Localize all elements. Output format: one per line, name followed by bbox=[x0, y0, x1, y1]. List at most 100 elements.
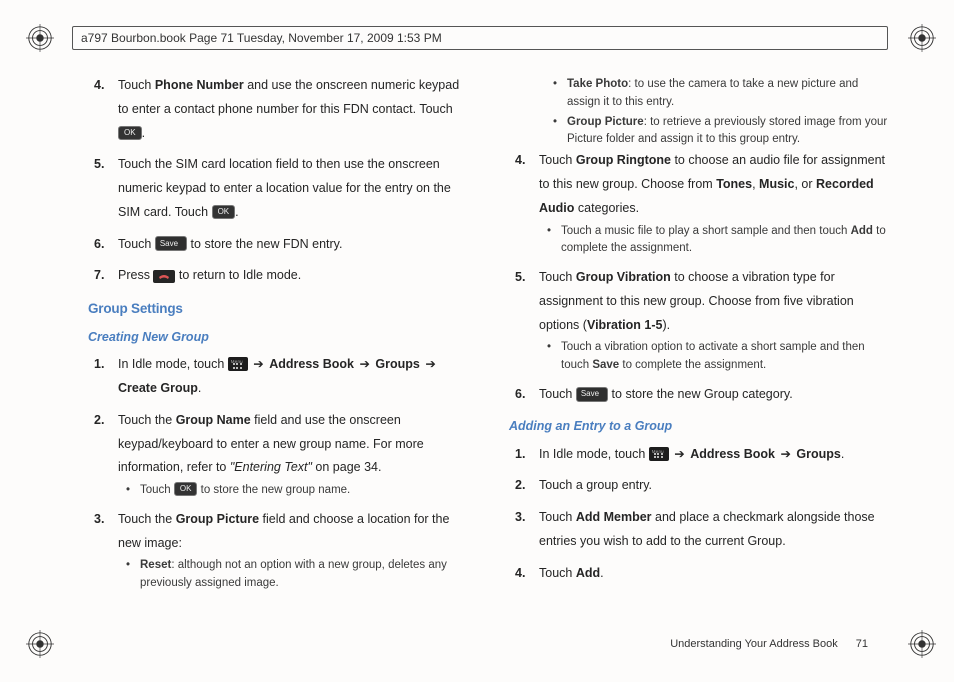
bold: Groups bbox=[375, 357, 419, 371]
bold: Group Vibration bbox=[576, 270, 671, 284]
menu-key-icon bbox=[649, 447, 669, 461]
footer: Understanding Your Address Book 71 bbox=[670, 638, 868, 650]
bold: Group Picture bbox=[176, 512, 259, 526]
bold: Reset bbox=[140, 559, 171, 571]
right-column: • Take Photo: to use the camera to take … bbox=[509, 74, 894, 622]
bold: Address Book bbox=[269, 357, 354, 371]
left-column: 4. Touch Phone Number and use the onscre… bbox=[88, 74, 473, 622]
sub-bullet: • Group Picture: to retrieve a previousl… bbox=[545, 114, 894, 150]
step-number: 2. bbox=[88, 409, 118, 500]
add-step-3: 3. Touch Add Member and place a checkmar… bbox=[509, 506, 894, 554]
step-number: 4. bbox=[509, 562, 539, 586]
step-number: 6. bbox=[88, 233, 118, 257]
running-header-frame: a797 Bourbon.book Page 71 Tuesday, Novem… bbox=[72, 26, 888, 50]
text: Touch bbox=[539, 270, 576, 284]
arrow-icon: ➔ bbox=[354, 357, 375, 371]
step-number: 4. bbox=[509, 149, 539, 258]
bold: Tones bbox=[716, 177, 752, 191]
arrow-icon: ➔ bbox=[669, 447, 690, 461]
step-number: 5. bbox=[88, 153, 118, 224]
arrow-icon: ➔ bbox=[775, 447, 796, 461]
text: to complete the assignment. bbox=[619, 359, 766, 371]
step-number: 7. bbox=[88, 264, 118, 288]
bullet-icon: • bbox=[126, 482, 140, 500]
bold: Group Ringtone bbox=[576, 153, 671, 167]
sub-body: Take Photo: to use the camera to take a … bbox=[567, 76, 894, 112]
step-body: In Idle mode, touch ➔ Address Book ➔ Gro… bbox=[539, 443, 894, 467]
text: categories. bbox=[574, 201, 639, 215]
continued-bullets: • Take Photo: to use the camera to take … bbox=[509, 76, 894, 149]
bold: Save bbox=[592, 359, 619, 371]
text: ). bbox=[662, 318, 670, 332]
text: . bbox=[235, 205, 238, 219]
step-body: Press to return to Idle mode. bbox=[118, 264, 473, 288]
step-number: 1. bbox=[88, 353, 118, 401]
group-step-1: 1. In Idle mode, touch ➔ Address Book ➔ … bbox=[88, 353, 473, 401]
text: to store the new group name. bbox=[197, 484, 350, 496]
step-7: 7. Press to return to Idle mode. bbox=[88, 264, 473, 288]
bullet-icon: • bbox=[126, 557, 140, 593]
running-header-text: a797 Bourbon.book Page 71 Tuesday, Novem… bbox=[81, 31, 442, 45]
bold: Groups bbox=[796, 447, 840, 461]
footer-section-title: Understanding Your Address Book bbox=[670, 638, 838, 650]
bold: Music bbox=[759, 177, 794, 191]
bold: Phone Number bbox=[155, 78, 244, 92]
step-body: Touch Add Member and place a checkmark a… bbox=[539, 506, 894, 554]
sub-body: Touch a vibration option to activate a s… bbox=[561, 339, 894, 375]
menu-key-icon bbox=[228, 357, 248, 371]
heading-adding-entry: Adding an Entry to a Group bbox=[509, 415, 894, 439]
crop-mark-br bbox=[908, 630, 936, 658]
step-4: 4. Touch Phone Number and use the onscre… bbox=[88, 74, 473, 145]
group-step-2: 2. Touch the Group Name field and use th… bbox=[88, 409, 473, 500]
sub-body: Touch OK to store the new group name. bbox=[140, 482, 473, 500]
sub-bullet: • Touch OK to store the new group name. bbox=[118, 482, 473, 500]
bold: Add Member bbox=[576, 510, 652, 524]
step-body: Touch the Group Picture field and choose… bbox=[118, 508, 473, 593]
bold: Group Name bbox=[176, 413, 251, 427]
text: Touch the SIM card location field to the… bbox=[118, 157, 451, 219]
group-step-5: 5. Touch Group Vibration to choose a vib… bbox=[509, 266, 894, 375]
crop-mark-tl bbox=[26, 24, 54, 52]
bullet-icon: • bbox=[547, 339, 561, 375]
ok-button-icon: OK bbox=[174, 482, 198, 496]
sub-body: Touch a music file to play a short sampl… bbox=[561, 223, 894, 259]
step-6: 6. Touch Save to store the new FDN entry… bbox=[88, 233, 473, 257]
group-step-6: 6. Touch Save to store the new Group cat… bbox=[509, 383, 894, 407]
step-number: 5. bbox=[509, 266, 539, 375]
ok-button-icon: OK bbox=[212, 205, 236, 219]
step-body: Touch the Group Name field and use the o… bbox=[118, 409, 473, 500]
step-body: Touch Group Ringtone to choose an audio … bbox=[539, 149, 894, 258]
sub-body: Reset: although not an option with a new… bbox=[140, 557, 473, 593]
bullet-icon: • bbox=[547, 223, 561, 259]
add-step-4: 4. Touch Add. bbox=[509, 562, 894, 586]
text: In Idle mode, touch bbox=[118, 357, 228, 371]
sub-bullet: • Reset: although not an option with a n… bbox=[118, 557, 473, 593]
step-body: Touch Group Vibration to choose a vibrat… bbox=[539, 266, 894, 375]
arrow-icon: ➔ bbox=[420, 357, 438, 371]
sub-bullet: • Take Photo: to use the camera to take … bbox=[545, 76, 894, 112]
sub-body: Group Picture: to retrieve a previously … bbox=[567, 114, 894, 150]
text: to store the new FDN entry. bbox=[187, 237, 342, 251]
step-number: 3. bbox=[88, 508, 118, 593]
text: . bbox=[198, 381, 201, 395]
step-body: Touch a group entry. bbox=[539, 474, 894, 498]
text: Touch bbox=[539, 510, 576, 524]
text: Press bbox=[118, 268, 153, 282]
add-step-2: 2. Touch a group entry. bbox=[509, 474, 894, 498]
group-step-3: 3. Touch the Group Picture field and cho… bbox=[88, 508, 473, 593]
step-number: 3. bbox=[509, 506, 539, 554]
text: : although not an option with a new grou… bbox=[140, 559, 447, 589]
step-number: 6. bbox=[509, 383, 539, 407]
text: Touch bbox=[118, 78, 155, 92]
step-body: Touch Save to store the new Group catego… bbox=[539, 383, 894, 407]
step-body: In Idle mode, touch ➔ Address Book ➔ Gro… bbox=[118, 353, 473, 401]
bold: Take Photo bbox=[567, 78, 628, 90]
content-columns: 4. Touch Phone Number and use the onscre… bbox=[88, 74, 894, 622]
sub-bullet: • Touch a vibration option to activate a… bbox=[539, 339, 894, 375]
heading-creating-new-group: Creating New Group bbox=[88, 326, 473, 350]
add-step-1: 1. In Idle mode, touch ➔ Address Book ➔ … bbox=[509, 443, 894, 467]
step-body: Touch the SIM card location field to the… bbox=[118, 153, 473, 224]
step-number: 1. bbox=[509, 443, 539, 467]
step-5: 5. Touch the SIM card location field to … bbox=[88, 153, 473, 224]
bold: Address Book bbox=[690, 447, 775, 461]
